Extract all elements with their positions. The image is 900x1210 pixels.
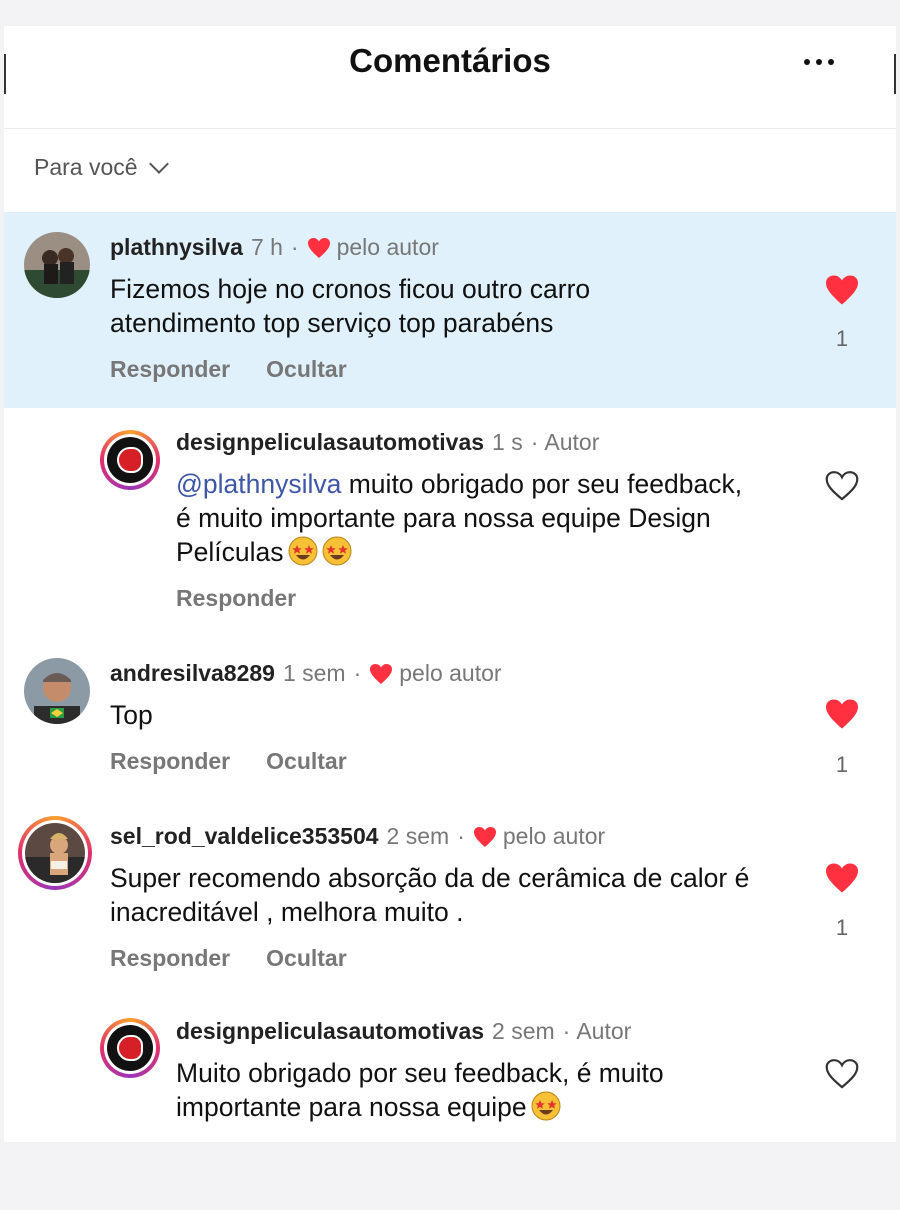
author-tag: pelo autor: [399, 660, 502, 686]
comment-text: @plathnysilva muito obrigado por seu fee…: [176, 467, 756, 569]
timestamp: 2 sem: [386, 823, 450, 849]
hide-button[interactable]: Ocultar: [266, 945, 347, 972]
comment-text: Fizemos hoje no cronos ficou outro carro…: [110, 274, 591, 338]
reply-button[interactable]: Responder: [110, 945, 230, 972]
author-tag: pelo autor: [502, 823, 606, 849]
heart-outline-icon[interactable]: [824, 470, 860, 502]
author-tag: Autor: [576, 1018, 632, 1044]
comment-actions: Responder Ocultar: [110, 748, 347, 775]
reply-button[interactable]: Responder: [110, 748, 230, 775]
mention-link[interactable]: @plathnysilva: [176, 469, 341, 499]
comment-actions: Responder Ocultar: [110, 945, 347, 972]
star-struck-emoji-icon: [322, 536, 352, 566]
author-tag: Autor: [544, 429, 600, 455]
avatar[interactable]: [24, 232, 90, 298]
comment-text: Muito obrigado por seu feedback, é muito…: [176, 1056, 766, 1124]
separator: ·: [353, 660, 362, 686]
timestamp: 7 h: [250, 234, 283, 260]
comment-actions: Responder Ocultar: [110, 356, 347, 383]
username[interactable]: plathnysilva: [110, 234, 243, 261]
hide-button[interactable]: Ocultar: [266, 356, 347, 383]
username[interactable]: andresilva8289: [110, 660, 275, 687]
comment-text: Super recomendo absorção da de cerâmica …: [110, 863, 750, 927]
comment-body: Muito obrigado por seu feedback, é muito…: [176, 1058, 664, 1122]
chevron-down-icon: [148, 153, 169, 174]
username[interactable]: sel_rod_valdelice353504: [110, 823, 379, 850]
more-horizontal-icon[interactable]: [804, 59, 834, 65]
liked-by-author-heart-icon: [473, 826, 496, 847]
heart-filled-icon[interactable]: [824, 698, 860, 730]
avatar[interactable]: [100, 430, 160, 490]
like-count: 1: [835, 915, 849, 940]
avatar[interactable]: [24, 658, 90, 724]
separator: ·: [562, 1018, 571, 1044]
comment-actions: Responder: [176, 585, 296, 612]
comment-meta: designpeliculasautomotivas 2 sem · Autor: [176, 1018, 631, 1045]
filter-dropdown[interactable]: Para você: [34, 153, 169, 181]
timestamp: 2 sem: [492, 1018, 555, 1044]
filter-label: Para você: [34, 154, 138, 180]
avatar[interactable]: [100, 1018, 160, 1078]
liked-by-author-heart-icon: [370, 663, 393, 684]
separator: ·: [457, 823, 465, 849]
liked-by-author-heart-icon: [307, 237, 330, 258]
separator: ·: [290, 234, 299, 260]
author-tag: pelo autor: [336, 234, 439, 260]
username[interactable]: designpeliculasautomotivas: [176, 1018, 484, 1045]
like-count: 1: [835, 326, 849, 351]
star-struck-emoji-icon: [288, 536, 318, 566]
avatar[interactable]: [18, 816, 92, 890]
username[interactable]: designpeliculasautomotivas: [176, 429, 484, 456]
heart-outline-icon[interactable]: [824, 1058, 860, 1090]
comment-text: Top: [110, 700, 153, 730]
comment-meta: sel_rod_valdelice353504 2 sem · pelo aut…: [110, 823, 605, 850]
timestamp: 1 sem: [282, 660, 346, 686]
comments-sheet: Comentários Para você plathnysilva 7 h ·…: [4, 26, 896, 1142]
like-count: 1: [835, 752, 849, 777]
separator: ·: [530, 429, 539, 455]
timestamp: 1 s: [492, 429, 523, 455]
header: Comentários: [4, 26, 896, 129]
heart-filled-icon[interactable]: [824, 274, 860, 306]
hide-button[interactable]: Ocultar: [266, 748, 347, 775]
page-title: Comentários: [349, 42, 551, 79]
reply-button[interactable]: Responder: [176, 585, 296, 612]
comment-meta: plathnysilva 7 h · pelo autor: [110, 234, 439, 261]
comment-meta: designpeliculasautomotivas 1 s · Autor: [176, 429, 599, 456]
heart-filled-icon[interactable]: [824, 862, 860, 894]
comment-meta: andresilva8289 1 sem · pelo autor: [110, 660, 502, 687]
star-struck-emoji-icon: [531, 1091, 561, 1121]
reply-button[interactable]: Responder: [110, 356, 230, 383]
